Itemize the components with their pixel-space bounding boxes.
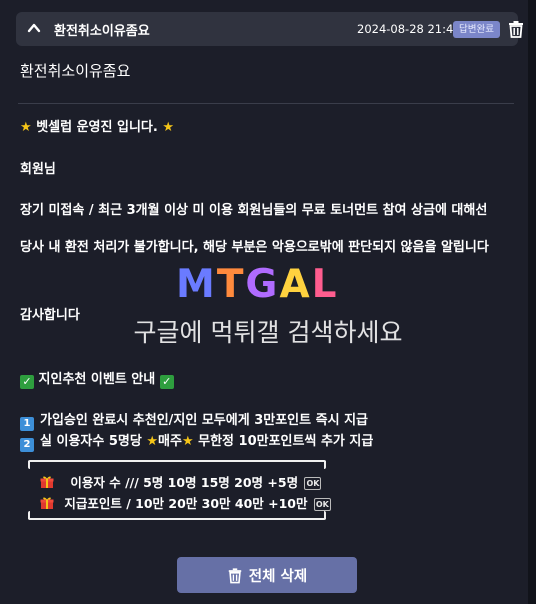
number-2-icon: 2 (20, 438, 34, 452)
paragraph-1: 장기 미접속 / 최근 3개월 이상 미 이용 회원님들의 무료 토너먼트 참여… (20, 203, 488, 218)
promo-item-2-a: 실 이용자수 5명당 (40, 434, 142, 449)
message-date: 2024-08-28 21:45 (357, 22, 461, 36)
checkmark-icon: ✓ (159, 375, 174, 389)
trash-icon (228, 567, 242, 583)
star-icon: ★ (146, 434, 159, 449)
star-icon: ★ (20, 120, 32, 135)
greeting-line: ★ 벳셀럽 운영진 입니다. ★ (20, 116, 174, 135)
gift-icon (40, 476, 54, 488)
watermark-text: 구글에 먹튀갤 검색하세요 (133, 318, 403, 347)
message-title: 환전취소이유좀요 (54, 24, 150, 39)
promo-item-2-c: 무한정 10만포인트씩 추가 지급 (198, 434, 374, 449)
reward-row-2-text: 지급포인트 / 10만 20만 30만 40만 +10만 (64, 496, 308, 511)
trash-icon[interactable] (507, 20, 525, 38)
promo-item-1-text: 가입승인 완료시 추천인/지인 모두에게 3만포인트 즉시 지급 (40, 413, 368, 428)
message-subject: 환전취소이유좀요 (20, 62, 131, 80)
salutation: 회원님 (20, 162, 56, 177)
watermark-logo: MTGAL (176, 262, 339, 307)
ok-icon: OK (304, 477, 322, 490)
reward-table-row-2: 지급포인트 / 10만 20만 30만 40만 +10만 OK (40, 493, 331, 512)
gift-icon (40, 497, 54, 509)
promo-title-line: ✓ 지인추천 이벤트 안내 ✓ (20, 368, 174, 389)
status-badge: 답변완료 (453, 21, 500, 38)
number-1-icon: 1 (20, 417, 34, 431)
paragraph-2: 당사 내 환전 처리가 불가합니다, 해당 부분은 악용으로밖에 판단되지 않음… (20, 240, 489, 255)
chevron-up-icon[interactable] (26, 20, 42, 36)
reward-row-1-text: 이용자 수 /// 5명 10명 15명 20명 +5명 (70, 475, 299, 490)
promo-item-1: 1 가입승인 완료시 추천인/지인 모두에게 3만포인트 즉시 지급 (20, 409, 368, 431)
reward-table-bottom-border (28, 511, 326, 520)
promo-item-2: 2 실 이용자수 5명당 ★매주★ 무한정 10만포인트씩 추가 지급 (20, 430, 373, 452)
greeting-text: 벳셀럽 운영진 입니다. (36, 120, 158, 135)
reward-table-top-border (28, 460, 326, 469)
scrollbar-track[interactable] (528, 0, 536, 604)
delete-all-label: 전체 삭제 (248, 568, 308, 585)
star-icon: ★ (162, 120, 175, 135)
divider (18, 103, 514, 104)
star-icon: ★ (181, 434, 194, 449)
ok-icon: OK (313, 498, 331, 511)
delete-all-button[interactable]: 전체 삭제 (177, 557, 357, 593)
promo-item-2-b: 매주 (158, 434, 182, 449)
checkmark-icon: ✓ (20, 375, 34, 389)
promo-title: 지인추천 이벤트 안내 (38, 372, 156, 387)
reward-table-row-1: 이용자 수 /// 5명 10명 15명 20명 +5명 OK (40, 472, 322, 491)
message-header[interactable]: 환전취소이유좀요 2024-08-28 21:45 답변완료 (16, 12, 523, 46)
message-view: 환전취소이유좀요 2024-08-28 21:45 답변완료 환전취소이유좀요 … (0, 0, 536, 604)
reward-table: 이용자 수 /// 5명 10명 15명 20명 +5명 OK 지급포인트 / … (28, 460, 331, 520)
